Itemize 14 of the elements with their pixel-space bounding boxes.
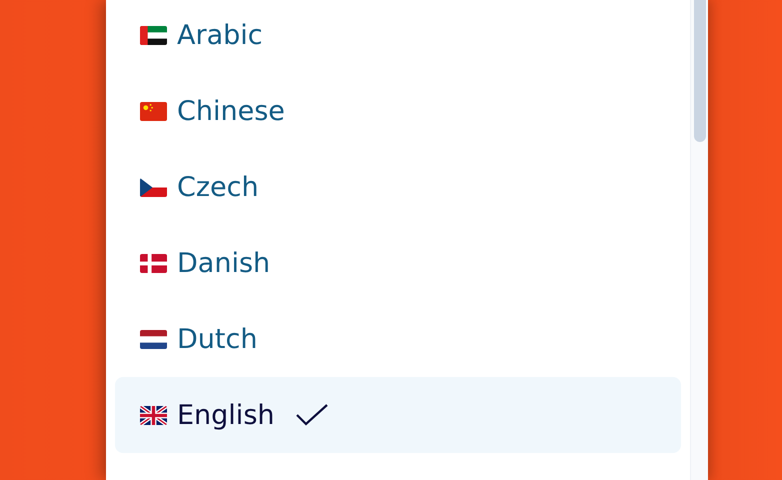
check-icon xyxy=(294,403,328,427)
flag-icon xyxy=(140,330,167,348)
language-option[interactable]: Czech xyxy=(115,149,681,225)
flag-icon xyxy=(140,254,167,272)
language-option[interactable]: Dutch xyxy=(115,301,681,377)
language-option[interactable]: Arabic xyxy=(115,0,681,73)
flag-icon xyxy=(140,102,167,120)
language-option[interactable]: Danish xyxy=(115,225,681,301)
language-option[interactable]: English xyxy=(115,377,681,453)
language-option[interactable]: Chinese xyxy=(115,73,681,149)
flag-icon xyxy=(140,26,167,44)
flag-icon xyxy=(140,406,167,424)
flag-icon xyxy=(140,178,167,196)
scrollbar-thumb[interactable] xyxy=(694,0,706,142)
